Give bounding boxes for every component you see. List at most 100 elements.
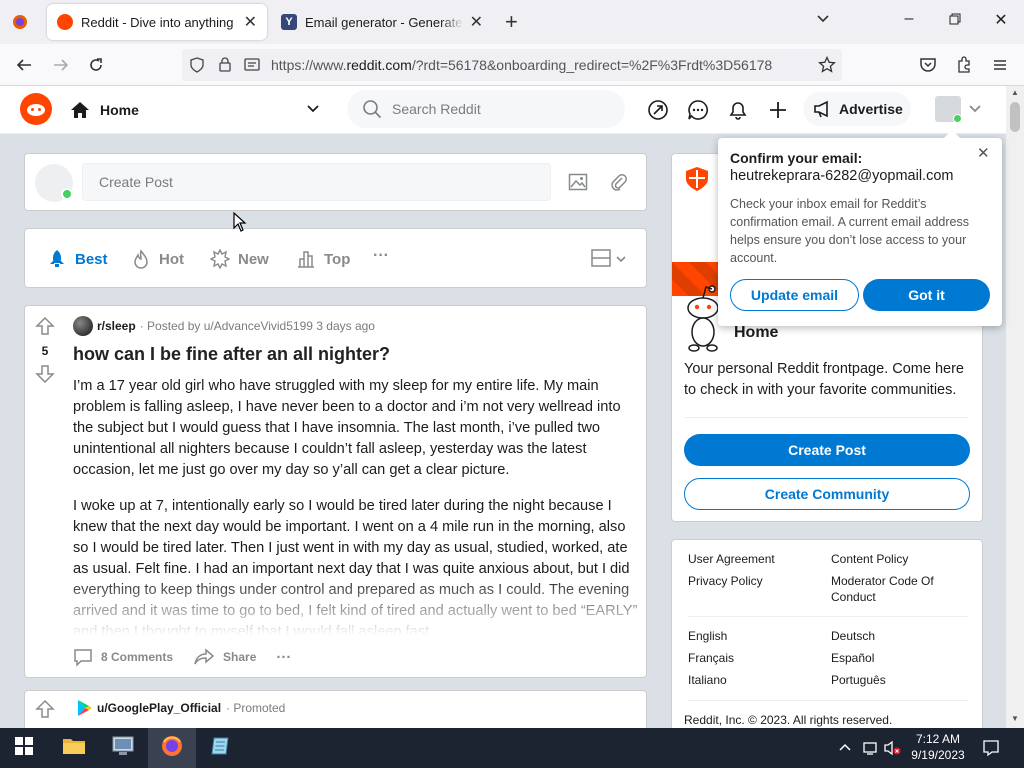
sort-best-button[interactable]: Best	[47, 245, 108, 273]
scroll-up-icon[interactable]: ▲	[1011, 88, 1019, 97]
volume-muted-icon[interactable]	[883, 740, 901, 761]
image-upload-icon[interactable]	[568, 172, 588, 197]
chat-icon[interactable]	[686, 98, 710, 122]
lock-icon[interactable]	[217, 56, 233, 77]
promoted-tag: · Promoted	[226, 701, 286, 715]
popular-icon[interactable]	[646, 98, 670, 122]
search-input[interactable]: Search Reddit	[347, 90, 625, 128]
close-window-icon[interactable]: ✕	[989, 10, 1013, 30]
subreddit-icon[interactable]	[73, 316, 93, 336]
update-email-button[interactable]: Update email	[730, 279, 859, 311]
rocket-icon	[47, 249, 67, 269]
post-title[interactable]: how can I be fine after an all nighter?	[73, 344, 390, 365]
post-card[interactable]: 5 r/sleep · Posted by u/AdvanceVivid5199…	[24, 305, 647, 678]
back-icon[interactable]	[12, 53, 36, 77]
sort-top-button[interactable]: Top	[296, 245, 350, 273]
create-post-input[interactable]: Create Post	[82, 163, 551, 201]
moderator-code-link[interactable]: Moderator Code Of Conduct	[831, 573, 961, 605]
subreddit-link[interactable]: r/sleep	[97, 319, 136, 333]
layout-switcher[interactable]	[591, 249, 627, 272]
tab-reddit[interactable]: Reddit - Dive into anything ✕	[47, 4, 267, 40]
url-bar[interactable]: https://www.reddit.com/?rdt=56178&onboar…	[182, 49, 842, 81]
tab-email-generator[interactable]: Y Email generator - Generate a te ✕	[271, 4, 493, 40]
vote-count: 5	[41, 344, 49, 358]
comments-button[interactable]: 8 Comments	[73, 647, 173, 667]
taskbar-firefox[interactable]	[148, 728, 196, 768]
divider	[688, 700, 968, 701]
tab-close-icon[interactable]: ✕	[470, 12, 483, 32]
menu-hamburger-icon[interactable]	[988, 53, 1012, 77]
chevron-down-icon	[968, 102, 982, 121]
downvote-arrow-icon[interactable]	[35, 364, 55, 389]
extensions-icon[interactable]	[952, 53, 976, 77]
popup-heading: Confirm your email:	[730, 150, 863, 166]
feed-selector[interactable]: Home	[70, 98, 320, 122]
create-community-button[interactable]: Create Community	[684, 478, 970, 510]
upvote-arrow-icon[interactable]	[35, 699, 55, 724]
user-agreement-link[interactable]: User Agreement	[688, 551, 775, 567]
got-it-button[interactable]: Got it	[863, 279, 990, 311]
language-italiano-link[interactable]: Italiano	[688, 672, 727, 688]
bookmark-star-icon[interactable]	[818, 55, 836, 79]
reddit-logo-icon[interactable]	[20, 93, 52, 125]
reload-icon[interactable]	[84, 53, 108, 77]
tab-close-icon[interactable]: ✕	[244, 12, 257, 32]
minimize-icon[interactable]: –	[897, 10, 921, 28]
avatar[interactable]	[35, 164, 73, 202]
close-icon[interactable]: ✕	[977, 144, 990, 162]
search-icon	[362, 99, 382, 124]
browser-tab-bar: Reddit - Dive into anything ✕ Y Email ge…	[0, 0, 1024, 44]
page-scrollbar[interactable]: ▲ ▼	[1006, 86, 1024, 728]
pocket-icon[interactable]	[916, 53, 940, 77]
sort-top-label: Top	[324, 250, 351, 268]
sort-best-label: Best	[75, 250, 108, 268]
scrollbar-thumb[interactable]	[1010, 102, 1020, 132]
new-tab-icon[interactable]: +	[505, 9, 518, 35]
popup-arrow	[943, 130, 961, 139]
taskbar-notepad[interactable]	[197, 728, 245, 768]
language-francais-link[interactable]: Français	[688, 650, 734, 666]
popup-email: heutrekeprara-6282@yopmail.com	[730, 168, 954, 184]
tracking-protection-icon[interactable]	[189, 57, 205, 78]
show-hidden-icons-icon[interactable]	[838, 740, 852, 759]
maximize-icon[interactable]	[943, 10, 967, 30]
list-all-tabs-icon[interactable]	[815, 10, 831, 31]
taskbar-file-explorer[interactable]	[50, 728, 98, 768]
create-plus-icon[interactable]	[766, 98, 790, 122]
notifications-bell-icon[interactable]	[726, 98, 750, 122]
sort-hot-button[interactable]: Hot	[131, 245, 184, 273]
clock-time: 7:12 AM	[915, 732, 961, 746]
advertise-button[interactable]: Advertise	[803, 92, 911, 126]
scroll-down-icon[interactable]: ▼	[1011, 714, 1019, 723]
url-text[interactable]: https://www.reddit.com/?rdt=56178&onboar…	[271, 57, 772, 73]
footer-links-card: User Agreement Content Policy Privacy Po…	[671, 539, 983, 739]
start-button[interactable]	[0, 728, 48, 768]
language-portugues-link[interactable]: Português	[831, 672, 886, 688]
comment-bubble-icon	[73, 647, 93, 667]
share-arrow-icon	[193, 647, 215, 667]
folder-icon	[62, 736, 86, 761]
user-menu[interactable]	[935, 96, 985, 124]
network-icon[interactable]	[862, 739, 880, 762]
forward-icon[interactable]	[49, 53, 73, 77]
permissions-icon[interactable]	[244, 57, 260, 78]
language-deutsch-link[interactable]: Deutsch	[831, 628, 875, 644]
taskbar-clock[interactable]: 7:12 AM 9/19/2023	[905, 731, 971, 763]
upvote-arrow-icon[interactable]	[35, 316, 55, 341]
sort-new-button[interactable]: New	[210, 245, 269, 273]
content-policy-link[interactable]: Content Policy	[831, 551, 908, 567]
firefox-view-icon[interactable]	[12, 14, 28, 30]
notification-center-icon[interactable]	[982, 739, 1000, 762]
promoted-user-link[interactable]: u/GooglePlay_Official	[97, 701, 221, 715]
language-espanol-link[interactable]: Español	[831, 650, 874, 666]
create-post-button[interactable]: Create Post	[684, 434, 970, 466]
more-options-icon[interactable]: ···	[276, 649, 291, 666]
taskbar-app[interactable]	[99, 728, 147, 768]
share-button[interactable]: Share	[193, 647, 256, 667]
link-icon[interactable]	[609, 172, 629, 197]
post-byline[interactable]: · Posted by u/AdvanceVivid5199 3 days ag…	[140, 319, 375, 333]
more-options-icon[interactable]: ···	[373, 247, 389, 265]
privacy-policy-link[interactable]: Privacy Policy	[688, 573, 763, 589]
flame-icon	[131, 249, 151, 269]
language-english-link[interactable]: English	[688, 628, 727, 644]
